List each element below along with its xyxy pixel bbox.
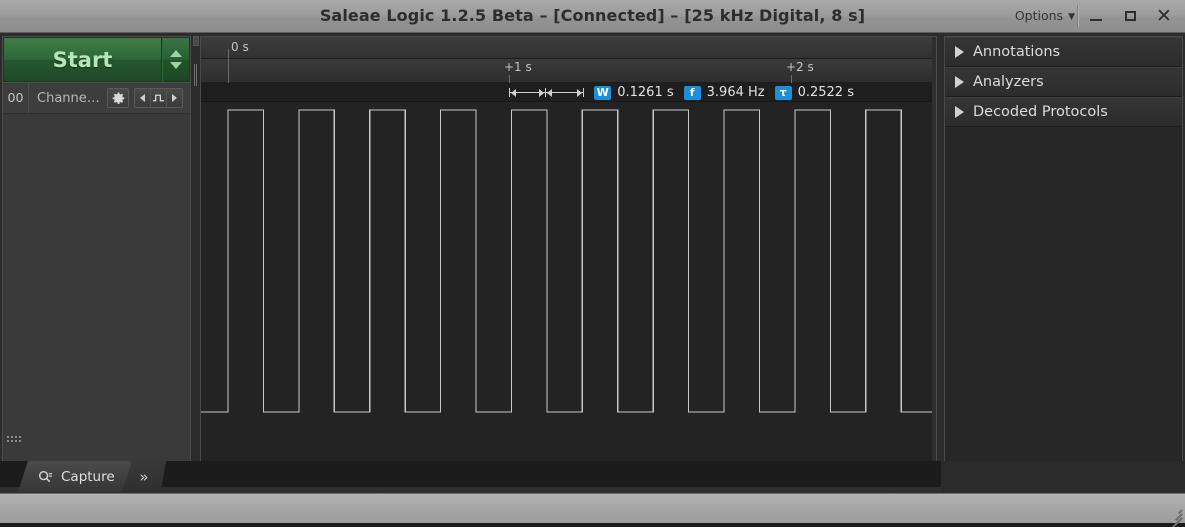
tab-capture-label: Capture bbox=[61, 468, 115, 485]
start-button-label: Start bbox=[52, 47, 113, 72]
channel-next-edge-button[interactable] bbox=[167, 89, 182, 107]
timeline-tick-line-0 bbox=[228, 49, 229, 59]
timeline-tick-label-1: +1 s bbox=[504, 60, 532, 74]
measurement-badge-period: τ bbox=[774, 85, 792, 100]
search-icon bbox=[39, 470, 53, 482]
channel-waveform-canvas[interactable] bbox=[201, 102, 936, 460]
capture-options-stepper[interactable] bbox=[162, 37, 190, 82]
sidebar-section-label: Analyzers bbox=[973, 74, 1044, 90]
timeline-ruler-secondary[interactable]: +1 s +2 s bbox=[201, 59, 936, 83]
maximize-icon bbox=[1124, 11, 1136, 21]
side-panel: Annotations Analyzers Decoded Protocols bbox=[944, 36, 1183, 487]
minimize-icon bbox=[1090, 18, 1102, 21]
options-menu-button[interactable]: Options ▼ bbox=[1015, 6, 1075, 26]
title-bar: Saleae Logic 1.2.5 Beta – [Connected] – … bbox=[0, 0, 1185, 33]
window-resize-grip[interactable] bbox=[1166, 505, 1183, 527]
panel-resize-grip[interactable] bbox=[6, 431, 24, 443]
channel-buttons bbox=[107, 88, 190, 108]
status-bar bbox=[0, 493, 1185, 527]
measurement-badge-frequency: f bbox=[683, 85, 701, 100]
tab-strip-right-filler bbox=[941, 461, 1185, 493]
timeline-tick-line-origin bbox=[228, 59, 229, 83]
measurement-value-frequency: 3.964 Hz bbox=[706, 85, 765, 100]
square-wave-trace bbox=[201, 109, 936, 413]
arrow-left-icon bbox=[140, 94, 145, 102]
start-capture-button[interactable]: Start bbox=[3, 37, 162, 82]
chevron-up-icon bbox=[170, 50, 182, 57]
bottom-tab-strip: Capture » bbox=[0, 461, 941, 493]
chevron-right-icon bbox=[955, 76, 964, 88]
chevron-right-icon bbox=[955, 46, 964, 58]
waveform-view: 0 s +1 s +2 s W 0.1261 s f 3.964 Hz τ 0.… bbox=[200, 36, 937, 467]
sidebar-section-label: Decoded Protocols bbox=[973, 104, 1108, 120]
close-icon: ✕ bbox=[1156, 4, 1172, 27]
main-area: Start 00 Channe… 0 s +1 s +2 s W 0.1261 … bbox=[0, 33, 1185, 490]
panel-splitter[interactable] bbox=[191, 36, 200, 467]
measurement-items: W 0.1261 s f 3.964 Hz τ 0.2522 s bbox=[507, 83, 858, 102]
timeline-tick-label-2: +2 s bbox=[786, 60, 814, 74]
measurement-value-width: 0.1261 s bbox=[617, 85, 674, 100]
chevron-double-right-icon: » bbox=[139, 467, 149, 486]
chevron-right-icon bbox=[955, 106, 964, 118]
close-button[interactable]: ✕ bbox=[1147, 0, 1181, 32]
channel-name-label: Channe… bbox=[37, 90, 100, 106]
window-title: Saleae Logic 1.2.5 Beta – [Connected] – … bbox=[319, 6, 866, 25]
grip-dots-icon bbox=[7, 436, 21, 442]
timeline-tick-line-2 bbox=[791, 75, 792, 83]
timeline-ruler-primary[interactable]: 0 s bbox=[201, 37, 936, 59]
gear-icon bbox=[112, 91, 124, 104]
channel-row[interactable]: 00 Channe… bbox=[3, 82, 190, 114]
sidebar-section-decoded-protocols[interactable]: Decoded Protocols bbox=[945, 97, 1182, 127]
arrow-right-icon bbox=[172, 94, 177, 102]
sidebar-section-analyzers[interactable]: Analyzers bbox=[945, 67, 1182, 97]
square-wave-icon bbox=[152, 94, 165, 102]
chevron-down-icon bbox=[170, 62, 182, 69]
measurement-bar: W 0.1261 s f 3.964 Hz τ 0.2522 s bbox=[201, 83, 936, 102]
channel-settings-button[interactable] bbox=[107, 88, 129, 108]
waveform-right-edge bbox=[932, 37, 936, 466]
saleae-logic-window: Saleae Logic 1.2.5 Beta – [Connected] – … bbox=[0, 0, 1185, 527]
maximize-button[interactable] bbox=[1113, 0, 1147, 32]
measurement-value-period: 0.2522 s bbox=[797, 85, 854, 100]
measurement-span-indicator bbox=[507, 87, 585, 98]
capture-channels-panel: Start 00 Channe… bbox=[2, 36, 191, 467]
splitter-top-marker bbox=[193, 36, 199, 46]
channel-nav-group bbox=[134, 88, 183, 108]
sidebar-section-label: Annotations bbox=[973, 44, 1061, 60]
timeline-tick-line-1 bbox=[509, 75, 510, 83]
tab-capture[interactable]: Capture bbox=[18, 461, 137, 492]
measurement-badge-width: W bbox=[594, 85, 612, 100]
minimize-button[interactable] bbox=[1079, 0, 1113, 32]
channel-index: 00 bbox=[3, 83, 29, 113]
sidebar-section-annotations[interactable]: Annotations bbox=[945, 37, 1182, 67]
start-control-row: Start bbox=[3, 37, 190, 82]
channel-prev-edge-button[interactable] bbox=[135, 89, 151, 107]
channel-waveform-button[interactable] bbox=[151, 89, 167, 107]
timeline-tick-label-0: 0 s bbox=[231, 40, 249, 54]
splitter-grip-icon bbox=[194, 64, 198, 86]
chevron-down-icon: ▼ bbox=[1068, 12, 1075, 22]
window-controls: ✕ bbox=[1077, 0, 1181, 32]
options-label: Options bbox=[1014, 8, 1064, 23]
